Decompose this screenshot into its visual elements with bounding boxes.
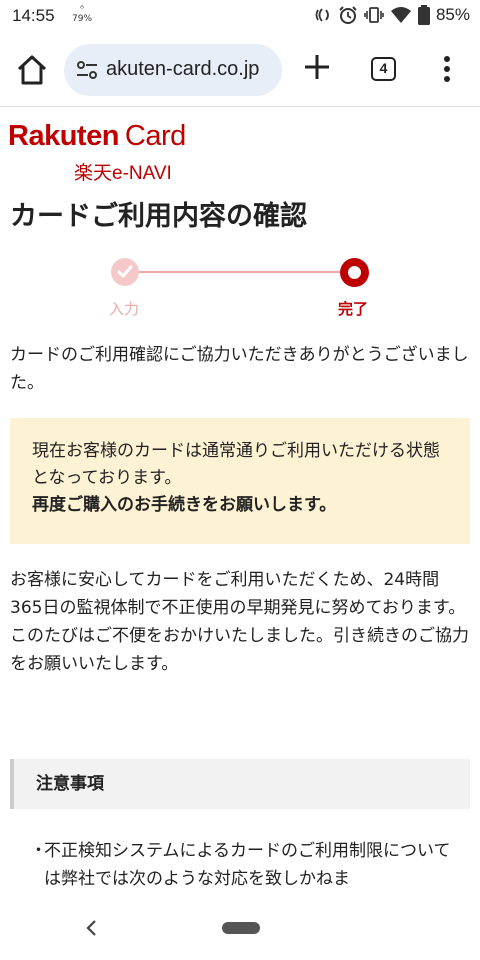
step-connector [138,271,342,273]
page-title: カードご利用内容の確認 [10,201,307,232]
more-menu-icon[interactable] [440,54,454,84]
status-small-text: 79% [72,14,93,24]
logo-rakuten: Rakuten [8,120,119,152]
notice-box: 現在お客様のカードは通常通りご利用いただける状態となっております。 再度ご購入の… [10,418,470,544]
list-item: ・ 不正検知システムによるカードのご利用制限については弊社では次のような対応を致… [30,837,460,893]
step-input-done [111,258,139,286]
step-complete-label: 完了 [338,300,369,318]
battery-percent: 85% [435,5,470,24]
status-small-indicator: ᛜ 79% [72,4,92,24]
bullet-icon: ・ [30,841,47,861]
logo-main: Rakuten Card [8,120,186,153]
charge-icon: ᛜ [79,4,85,14]
status-bar: 14:55 ᛜ 79% 85% [0,0,480,34]
check-icon [117,265,133,278]
back-icon[interactable] [84,918,100,938]
home-pill[interactable] [222,922,260,934]
notice-action-text: 再度ご購入のお手続きをお願いします。 [32,495,337,515]
apology-para: このたびはご不便をおかけいたしました。引き続きのご協力をお願いいたします。 [10,626,469,674]
rakuten-card-logo[interactable]: Rakuten Card 楽天e-NAVI [8,120,186,184]
monitoring-text: お客様に安心してカードをご利用いただくため、24時間365日の監視体制で不正使用… [10,566,470,678]
status-icons: 85% [314,5,470,25]
step-current-dot [348,266,361,279]
system-nav-bar [0,900,480,960]
status-time: 14:55 [12,6,55,25]
caution-item-text: 不正検知システムによるカードのご利用制限については弊社では次のような対応を致しか… [44,841,451,889]
url-bar[interactable]: akuten-card.co.jp [64,44,282,96]
logo-sub: 楽天e-NAVI [74,163,172,184]
tab-switcher-button[interactable]: 4 [371,57,396,81]
nfc-icon [315,8,329,22]
step-complete-current [340,258,369,287]
monitoring-para: お客様に安心してカードをご利用いただくため、24時間365日の監視体制で不正使用… [10,570,466,618]
notice-status-text: 現在お客様のカードは通常通りご利用いただける状態となっております。 [32,441,440,488]
logo-card: Card [124,120,186,152]
browser-toolbar: akuten-card.co.jp 4 [0,40,480,100]
site-settings-icon[interactable] [76,60,98,80]
toolbar-divider [0,106,480,107]
step-input-label: 入力 [109,300,140,318]
caution-heading: 注意事項 [10,759,470,809]
url-text: akuten-card.co.jp [106,58,260,80]
battery-icon [417,5,430,25]
wifi-icon [390,7,411,23]
home-icon[interactable] [14,52,50,88]
vibrate-icon [364,7,384,23]
new-tab-icon[interactable] [302,52,332,82]
alarm-icon [339,6,357,24]
intro-text: カードのご利用確認にご協力いただきありがとうございました。 [10,345,469,393]
